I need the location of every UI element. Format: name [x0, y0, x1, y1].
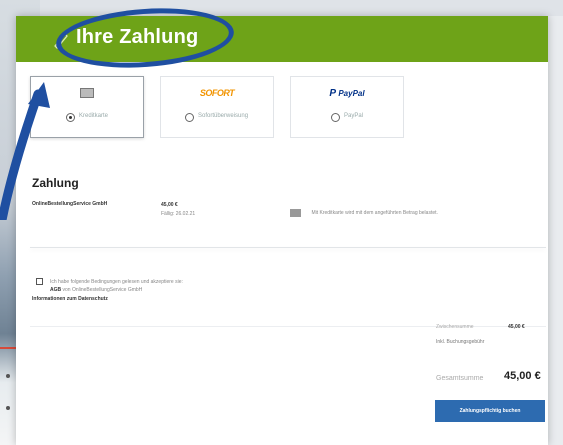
- amount-column: 45,00 € Fällig: 26.02.21: [161, 202, 195, 217]
- radio-sofort[interactable]: [185, 113, 194, 122]
- annotation-arrow: [0, 82, 50, 220]
- radio-paypal[interactable]: [331, 113, 340, 122]
- agb-rest: von OnlineBestellungService GmbH: [61, 287, 143, 293]
- payment-due-date: Fällig: 26.02.21: [161, 211, 196, 217]
- book-button[interactable]: Zahlungspflichtig buchen: [435, 400, 545, 422]
- subtotal-label: Zwischensumme: [436, 324, 474, 330]
- payment-method-paypal[interactable]: P PayPal PayPal: [290, 76, 404, 138]
- privacy-link[interactable]: Informationen zum Datenschutz: [32, 296, 108, 302]
- sofort-logo: SOFORT: [199, 88, 235, 98]
- total-label: Gesamtsumme: [436, 375, 484, 382]
- total-value: 45,00 €: [504, 370, 541, 382]
- payment-method-sofort[interactable]: SOFORT Sofortüberweisung: [160, 76, 274, 138]
- payment-amount: 45,00 €: [161, 202, 178, 208]
- background-dot: [6, 374, 10, 378]
- terms-text: Ich habe folgende Bedingungen gelesen un…: [50, 279, 183, 285]
- background-top: [0, 0, 563, 16]
- terms-checkbox[interactable]: [36, 278, 43, 285]
- background-dot: [6, 406, 10, 410]
- agb-link[interactable]: AGB: [50, 287, 61, 293]
- divider: [30, 247, 546, 248]
- card-info: Mit Kreditkarte wird mit dem angeführten…: [290, 204, 438, 222]
- payment-method-label: PayPal: [344, 113, 364, 119]
- credit-card-icon: [290, 208, 301, 217]
- card-info-text: Mit Kreditkarte wird mit dem angeführten…: [311, 209, 438, 216]
- paypal-logo: PayPal: [338, 89, 365, 98]
- terms-agb-line: AGB von OnlineBestellungService GmbH: [50, 287, 142, 293]
- payment-method-label: Sofortüberweisung: [198, 113, 249, 119]
- subtotal-value: 45,00 €: [508, 324, 525, 330]
- paypal-icon: P: [329, 88, 337, 99]
- vat-text: Inkl. Buchungsgebühr: [436, 339, 485, 345]
